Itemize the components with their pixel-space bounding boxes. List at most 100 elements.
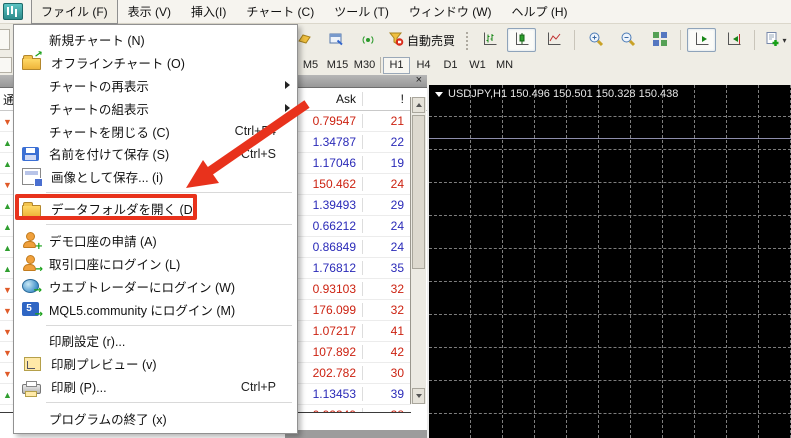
- person-plus-icon: +: [22, 231, 43, 251]
- menu-item[interactable]: → ウエブトレーダーにログイン (W): [15, 275, 296, 298]
- tick-direction-icon: ▼: [3, 411, 12, 412]
- spread-value: 38: [363, 408, 407, 412]
- zoom-in-icon: [588, 31, 604, 50]
- candlestick-button[interactable]: [507, 28, 537, 52]
- autotrading-button[interactable]: 自動売買: [385, 28, 458, 52]
- line-chart-icon: [546, 31, 562, 50]
- globe-go-icon: →: [22, 279, 42, 296]
- menubar-item[interactable]: チャート (C): [236, 0, 324, 24]
- menu-item[interactable]: チャートを閉じる (C) Ctrl+F4: [15, 120, 296, 143]
- menu-item-label: チャートの組表示: [49, 102, 149, 117]
- timeframe-toolbar: M5 M15 M30 H1 H4 D1 W1 MN: [297, 56, 518, 74]
- down-arrow-icon: [415, 394, 422, 398]
- menu-item[interactable]: → MQL5.community にログイン (M): [15, 298, 296, 321]
- tick-direction-icon: ▲: [3, 222, 12, 232]
- menu-item[interactable]: チャートの組表示: [15, 97, 296, 120]
- menu-item[interactable]: オフラインチャート (O): [15, 51, 296, 74]
- menu-bar: ファイル (F) 表示 (V) 挿入(I) チャート (C) ツール (T) ウィンドウ …: [0, 0, 791, 24]
- menubar-item[interactable]: 挿入(I): [181, 0, 236, 24]
- timeframe-button-m15[interactable]: M15: [324, 57, 351, 74]
- scrollbar[interactable]: [410, 97, 426, 404]
- tile-windows-button[interactable]: [645, 28, 674, 52]
- scroll-down-button[interactable]: [412, 388, 425, 404]
- spread-value: 24: [390, 177, 404, 191]
- toolbar: 自動売買▾▾▾: [289, 26, 791, 54]
- preview-icon: [24, 356, 41, 371]
- menu-item[interactable]: プログラムの終了 (x): [15, 407, 296, 430]
- zoom-out-button[interactable]: [613, 28, 642, 52]
- new-chart-dropdown-button[interactable]: ▾: [761, 28, 790, 52]
- candlestick-icon: [514, 31, 530, 50]
- menubar-item[interactable]: 表示 (V): [118, 0, 181, 24]
- grid-line: [429, 215, 791, 216]
- timeframe-button-h1[interactable]: H1: [383, 56, 410, 74]
- menu-item[interactable]: + デモ口座の申請 (A): [15, 229, 296, 252]
- chart-title-text: USDJPY,H1 150.496 150.501 150.328 150.43…: [448, 88, 679, 100]
- mql5-go-icon: →: [22, 302, 43, 320]
- menu-item[interactable]: 名前を付けて保存 (S) Ctrl+S: [15, 142, 296, 165]
- spread-value: 32: [390, 303, 404, 317]
- chart-window[interactable]: USDJPY,H1 150.496 150.501 150.328 150.43…: [427, 85, 791, 438]
- timeframe-button-m5[interactable]: M5: [297, 57, 324, 74]
- submenu-arrow-icon: [285, 80, 290, 89]
- folder-arrow-icon: [22, 55, 41, 71]
- scroll-up-button[interactable]: [412, 97, 425, 113]
- menu-item-shortcut: Ctrl+S: [240, 146, 276, 161]
- timeframe-button-d1[interactable]: D1: [437, 57, 464, 74]
- spread-column-header[interactable]: !: [363, 92, 407, 106]
- spread-value: 22: [390, 135, 404, 149]
- spread-value: 39: [390, 387, 404, 401]
- menu-item[interactable]: チャートの再表示: [15, 74, 296, 97]
- menu-item-label: 画像として保存... (i): [51, 171, 164, 186]
- menu-item[interactable]: 印刷プレビュー (v): [15, 352, 296, 375]
- menubar-item[interactable]: ヘルプ (H): [502, 0, 578, 24]
- menu-item[interactable]: 画像として保存... (i): [15, 165, 296, 188]
- toolbar-separator: [680, 30, 682, 50]
- horizontal-scrollbar[interactable]: [285, 430, 430, 438]
- chart-shift-button[interactable]: [719, 28, 748, 52]
- line-chart-button[interactable]: [539, 28, 568, 52]
- timeframe-button-mn[interactable]: MN: [491, 57, 518, 74]
- grid-line: [429, 314, 791, 315]
- ask-value: 176.099: [298, 303, 363, 317]
- up-arrow-icon: [415, 103, 422, 107]
- bar-chart-button[interactable]: [475, 28, 504, 52]
- grid-line: [429, 380, 791, 381]
- menu-item-label: MQL5.community にログイン (M): [49, 303, 236, 318]
- menu-item[interactable]: → 取引口座にログイン (L): [15, 252, 296, 275]
- timeframe-button-w1[interactable]: W1: [464, 57, 491, 74]
- spread-value: 24: [390, 240, 404, 254]
- close-icon[interactable]: ×: [416, 74, 422, 87]
- metaeditor-button[interactable]: [321, 28, 350, 52]
- toolbar-fragment: [0, 57, 12, 73]
- auto-scroll-button[interactable]: [687, 28, 717, 52]
- annotation-highlight-box: [15, 194, 197, 220]
- ask-column-header[interactable]: Ask: [298, 92, 363, 106]
- timeframe-button-h4[interactable]: H4: [410, 57, 437, 74]
- menu-item-shortcut: Ctrl+F4: [234, 124, 276, 138]
- chart-title: USDJPY,H1 150.496 150.501 150.328 150.43…: [435, 88, 678, 100]
- bid-price-line: [429, 138, 791, 139]
- grid-line: [429, 116, 791, 117]
- menu-item-label: 印刷 (P)...: [51, 381, 107, 396]
- timeframe-button-m30[interactable]: M30: [351, 57, 378, 74]
- scrollbar-thumb[interactable]: [412, 115, 425, 269]
- zoom-in-button[interactable]: [581, 28, 610, 52]
- toolbar-fragment: [0, 29, 10, 50]
- tick-direction-icon: ▲: [3, 201, 12, 211]
- imgsave-icon: [22, 168, 43, 188]
- menubar-item[interactable]: ウィンドウ (W): [399, 0, 502, 24]
- menubar-item[interactable]: ツール (T): [324, 0, 399, 24]
- spread-value: 41: [390, 324, 404, 338]
- signals-button[interactable]: [353, 28, 382, 52]
- toolbar-grip[interactable]: [464, 30, 470, 50]
- menu-item[interactable]: 印刷設定 (r)...: [15, 330, 296, 353]
- toolbar-separator: [754, 30, 756, 50]
- chevron-down-icon[interactable]: [435, 91, 443, 97]
- menu-item[interactable]: 印刷 (P)... Ctrl+P: [15, 375, 296, 398]
- menubar-item[interactable]: ファイル (F): [31, 0, 118, 24]
- ask-value: 1.07217: [298, 324, 363, 338]
- menu-item-label: 印刷プレビュー (v): [51, 358, 157, 373]
- menu-item[interactable]: 新規チャート (N): [15, 28, 296, 51]
- chevron-down-icon[interactable]: ▾: [783, 36, 787, 45]
